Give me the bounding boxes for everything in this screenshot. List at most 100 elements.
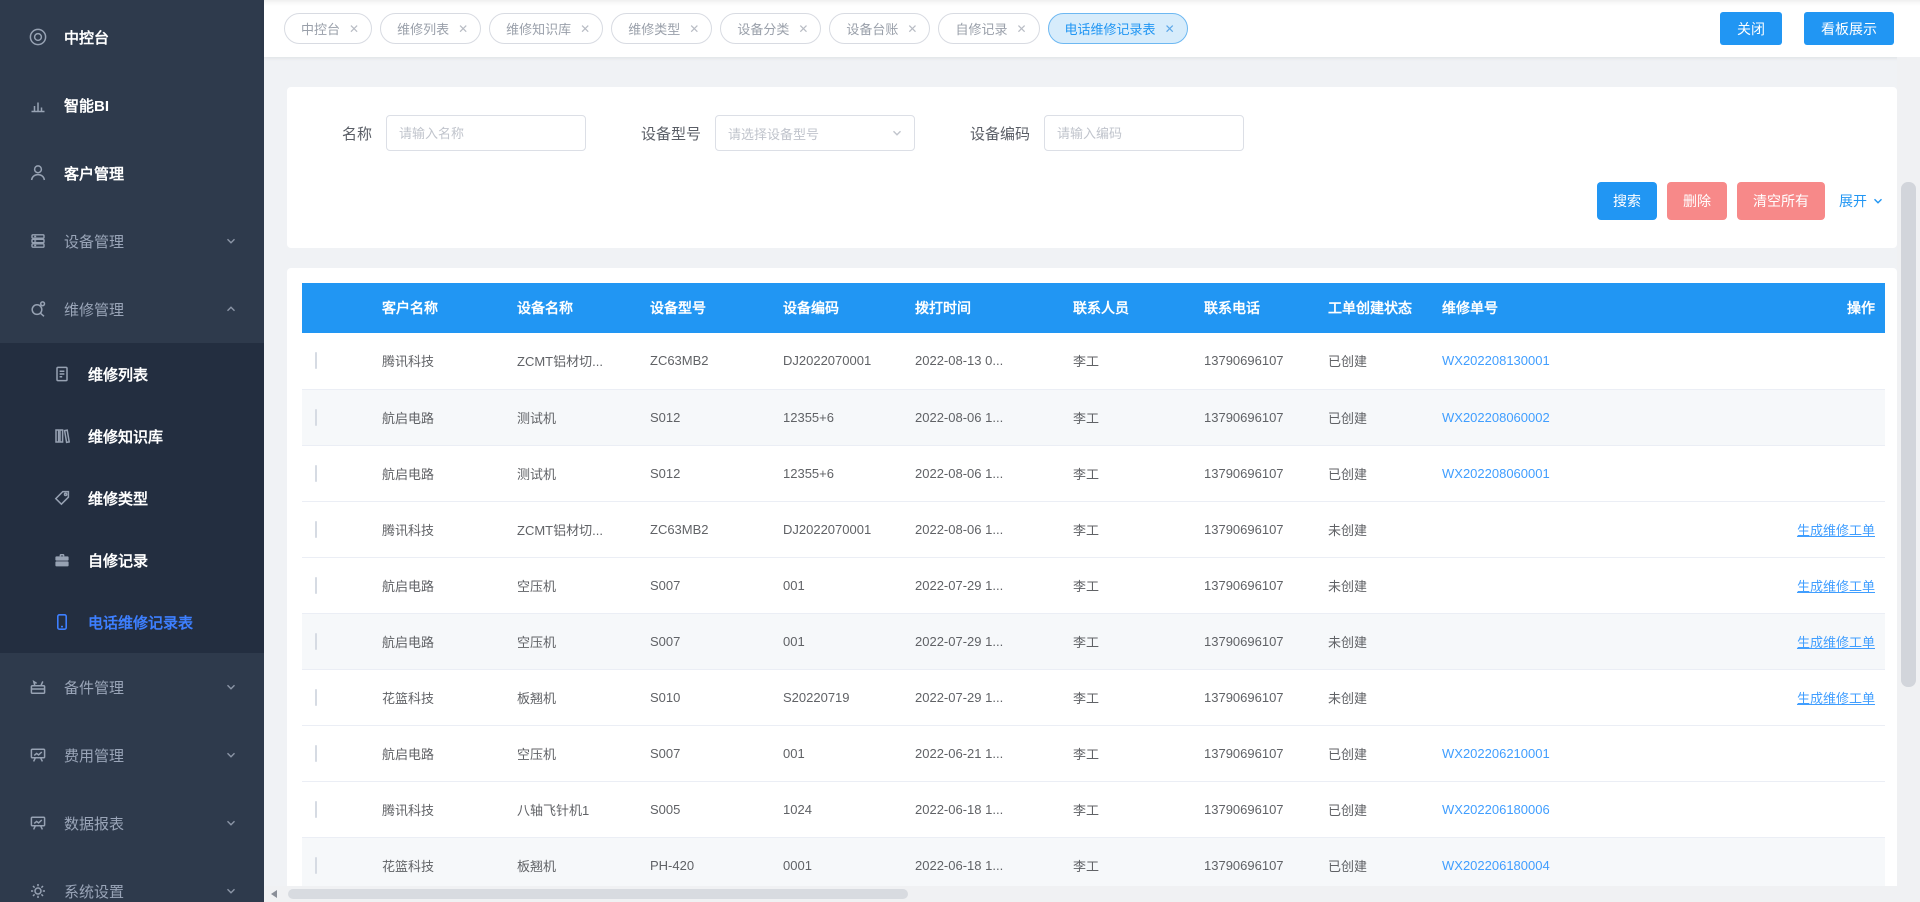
call-time-cell: 2022-07-29 1... [895,669,1053,725]
device-cell: ZCMT铝材切... [497,501,630,557]
generate-work-order-link[interactable]: 生成维修工单 [1797,579,1875,594]
kanban-display-button[interactable]: 看板展示 [1804,12,1894,45]
device-cell: 板翘机 [497,669,630,725]
sidebar-item-repair-types[interactable]: 维修类型 [0,467,264,529]
sidebar-item-knowledge-base[interactable]: 维修知识库 [0,405,264,467]
sidebar-item-settings[interactable]: 系统设置 [0,857,264,902]
tab-self-repair-records[interactable]: 自修记录 [938,13,1039,44]
close-icon[interactable] [458,23,468,35]
horizontal-scrollbar-thumb[interactable] [288,889,908,899]
order-number-link[interactable]: WX202208060002 [1442,410,1550,425]
scroll-left-arrow-icon[interactable] [271,890,277,898]
chevron-down-icon [890,126,904,140]
phone-cell: 13790696107 [1184,445,1308,501]
clear-all-button[interactable]: 清空所有 [1737,182,1825,220]
close-icon[interactable] [580,23,590,35]
tab-device-ledger[interactable]: 设备台账 [829,13,930,44]
device-cell: 八轴飞针机1 [497,781,630,837]
order-number-link[interactable]: WX202206180004 [1442,858,1550,873]
search-button[interactable]: 搜索 [1597,182,1657,220]
row-checkbox[interactable] [315,745,317,762]
tab-repair-list[interactable]: 维修列表 [380,13,481,44]
chevron-down-icon [224,234,238,248]
sidebar-item-spare-parts[interactable]: 备件管理 [0,653,264,721]
order-status-cell: 已创建 [1308,837,1422,893]
sidebar-item-costs[interactable]: 费用管理 [0,721,264,789]
tab-console[interactable]: 中控台 [284,13,372,44]
device-icon [28,231,48,251]
row-checkbox[interactable] [315,521,317,538]
sidebar-item-label: 维修知识库 [88,426,163,447]
close-button[interactable]: 关闭 [1720,12,1782,45]
order-number-link[interactable]: WX202206210001 [1442,746,1550,761]
code-field-group: 设备编码 [970,115,1244,151]
sidebar-item-label: 费用管理 [64,745,124,766]
generate-work-order-link[interactable]: 生成维修工单 [1797,523,1875,538]
sidebar-item-customers[interactable]: 客户管理 [0,139,264,207]
sidebar-item-console[interactable]: 中控台 [0,3,264,71]
sidebar-item-phone-repair-records[interactable]: 电话维修记录表 [0,591,264,653]
order-number-link[interactable]: WX202206180006 [1442,802,1550,817]
phone-cell: 13790696107 [1184,501,1308,557]
close-icon[interactable] [1165,23,1175,35]
device-code-input[interactable] [1044,115,1244,151]
tab-knowledge-base[interactable]: 维修知识库 [489,13,603,44]
row-checkbox[interactable] [315,577,317,594]
contact-cell: 李工 [1053,501,1184,557]
close-icon[interactable] [798,23,808,35]
order-number-link[interactable]: WX202208060001 [1442,466,1550,481]
contact-cell: 李工 [1053,389,1184,445]
sidebar-item-label: 自修记录 [88,550,148,571]
device-model-select[interactable]: 请选择设备型号 [715,115,915,151]
name-field-group: 名称 [342,115,586,151]
chevron-down-icon [224,680,238,694]
row-checkbox[interactable] [315,857,317,874]
chevron-down-icon [224,884,238,898]
code-cell: 12355+6 [763,445,895,501]
sidebar-item-label: 维修管理 [64,299,124,320]
order-number-link[interactable]: WX202208130001 [1442,353,1550,368]
sidebar-item-bi[interactable]: 智能BI [0,71,264,139]
sidebar-item-devices[interactable]: 设备管理 [0,207,264,275]
close-icon[interactable] [689,23,699,35]
customer-cell: 航启电路 [362,557,497,613]
order-status-cell: 未创建 [1308,613,1422,669]
row-checkbox[interactable] [315,633,317,650]
vertical-scrollbar[interactable] [1897,57,1920,902]
row-checkbox[interactable] [315,801,317,818]
device-cell: 板翘机 [497,837,630,893]
column-header-code: 设备编码 [763,283,895,333]
horizontal-scrollbar[interactable] [264,886,1897,902]
column-header-order-no: 维修单号 [1422,283,1670,333]
delete-button[interactable]: 删除 [1667,182,1727,220]
sidebar-item-repairs[interactable]: 维修管理 [0,275,264,343]
console-icon [28,27,48,47]
vertical-scrollbar-thumb[interactable] [1901,182,1916,687]
close-icon[interactable] [907,23,917,35]
row-checkbox[interactable] [315,352,317,369]
generate-work-order-link[interactable]: 生成维修工单 [1797,635,1875,650]
row-checkbox[interactable] [315,409,317,426]
expand-toggle[interactable]: 展开 [1839,191,1885,211]
tab-phone-repair-records[interactable]: 电话维修记录表 [1048,13,1188,44]
phone-cell: 13790696107 [1184,781,1308,837]
search-form-row: 名称 设备型号 请选择设备型号 设备编码 [287,115,1897,151]
row-checkbox[interactable] [315,465,317,482]
generate-work-order-link[interactable]: 生成维修工单 [1797,691,1875,706]
sidebar-item-repair-list[interactable]: 维修列表 [0,343,264,405]
sidebar-item-self-repair-records[interactable]: 自修记录 [0,529,264,591]
name-input[interactable] [386,115,586,151]
close-icon[interactable] [349,23,359,35]
column-header-device: 设备名称 [497,283,630,333]
records-table-panel: 客户名称 设备名称 设备型号 设备编码 拨打时间 联系人员 联系电话 工单创建状… [287,268,1897,902]
tab-device-categories[interactable]: 设备分类 [720,13,821,44]
device-code-label: 设备编码 [970,123,1030,144]
close-icon[interactable] [1016,23,1026,35]
sidebar-item-label: 数据报表 [64,813,124,834]
tab-repair-types[interactable]: 维修类型 [611,13,712,44]
tab-label: 自修记录 [955,19,1007,38]
customer-cell: 花篮科技 [362,837,497,893]
briefcase-icon [52,550,72,570]
sidebar-item-reports[interactable]: 数据报表 [0,789,264,857]
row-checkbox[interactable] [315,689,317,706]
